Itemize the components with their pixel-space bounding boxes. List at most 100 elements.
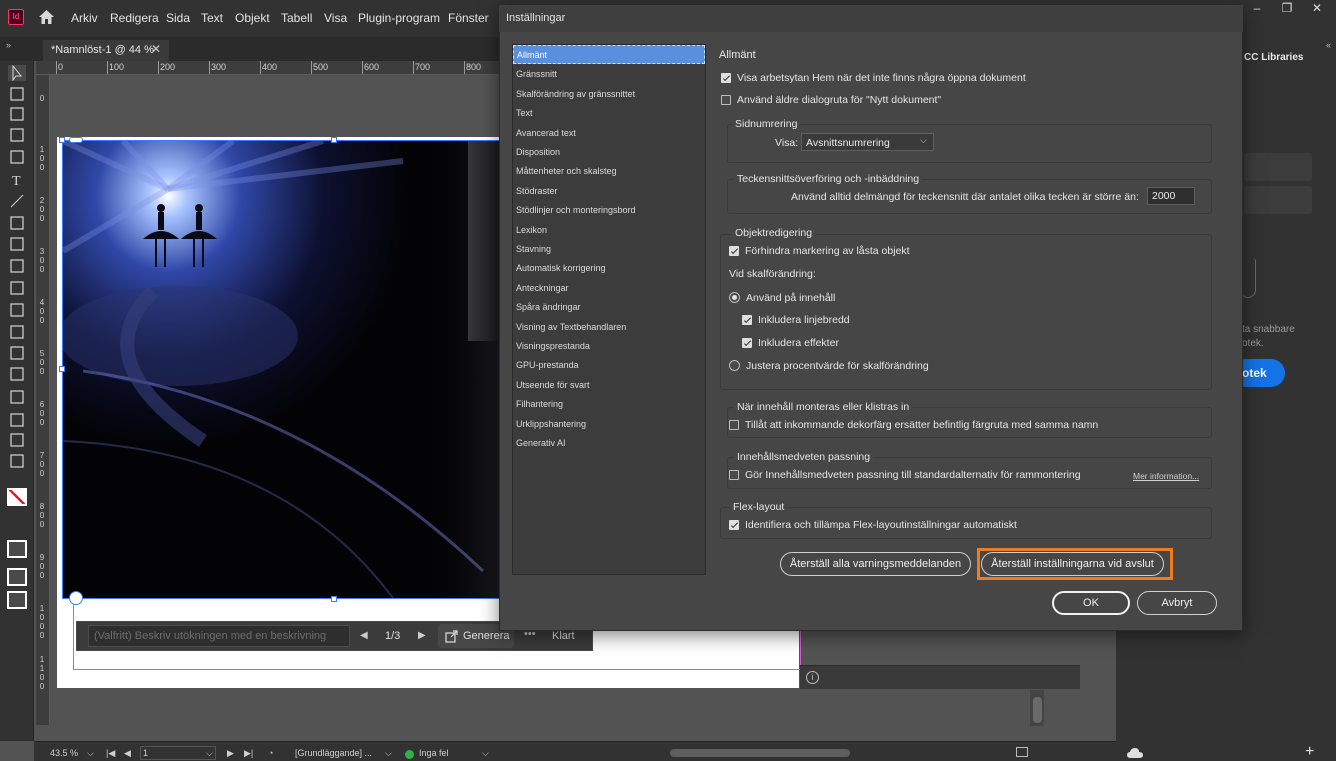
- horizontal-scrollbar-thumb[interactable]: [670, 749, 850, 757]
- page-dropdown-icon[interactable]: ⌵: [206, 748, 213, 759]
- category-item[interactable]: Visning av Textbehandlaren: [513, 317, 705, 336]
- library-search-field[interactable]: [1244, 153, 1312, 181]
- category-item[interactable]: Anteckningar: [513, 278, 705, 297]
- font-subset-input[interactable]: 2000: [1147, 187, 1195, 205]
- fill-stroke-swatch-icon[interactable]: [7, 488, 27, 506]
- cloud-icon[interactable]: [1127, 748, 1143, 761]
- line-tool-icon[interactable]: [8, 193, 26, 209]
- workspace-dropdown-icon[interactable]: ⌵: [385, 748, 392, 759]
- category-item[interactable]: Måttenheter och skalsteg: [513, 161, 705, 180]
- resize-handle-bottom[interactable]: [331, 596, 337, 602]
- ok-button[interactable]: OK: [1052, 591, 1130, 615]
- zoom-dropdown-icon[interactable]: ⌵: [87, 748, 94, 759]
- category-item[interactable]: Urklippshantering: [513, 414, 705, 433]
- last-page-icon[interactable]: ▶|: [244, 748, 253, 759]
- content-collector-icon[interactable]: [8, 149, 26, 165]
- preflight-dropdown-icon[interactable]: ⌵: [482, 748, 489, 759]
- show-home-checkbox[interactable]: [721, 73, 731, 83]
- more-info-link[interactable]: Mer information...: [1133, 471, 1199, 481]
- cancel-button[interactable]: Avbryt: [1137, 591, 1217, 615]
- first-page-icon[interactable]: |◀: [106, 748, 115, 759]
- menu-0[interactable]: Arkiv: [71, 11, 98, 25]
- menu-4[interactable]: Objekt: [235, 11, 270, 25]
- zoom-tool-icon[interactable]: [8, 453, 26, 469]
- maximize-button[interactable]: ❐: [1275, 1, 1299, 17]
- category-item[interactable]: Skalförändring av gränssnittet: [513, 84, 705, 103]
- screen-mode-icon[interactable]: [7, 568, 27, 586]
- cc-libraries-tab[interactable]: CC Libraries: [1244, 52, 1303, 63]
- menu-1[interactable]: Redigera: [110, 11, 159, 25]
- apply-to-content-radio[interactable]: [729, 292, 740, 303]
- content-aware-checkbox[interactable]: [729, 470, 739, 480]
- category-item[interactable]: Disposition: [513, 142, 705, 161]
- direct-selection-tool-icon[interactable]: [8, 86, 26, 102]
- category-item[interactable]: Generativ AI: [513, 433, 705, 452]
- reset-preferences-on-exit-button[interactable]: Återställ inställningarna vid avslut: [981, 552, 1164, 576]
- menu-8[interactable]: Fönster: [448, 11, 489, 25]
- resize-handle-left[interactable]: [59, 366, 65, 372]
- generative-prompt-input[interactable]: (Valfritt) Beskriv utökningen med en bes…: [88, 625, 350, 647]
- prev-page-icon[interactable]: ◀: [124, 748, 131, 759]
- done-button[interactable]: Klart: [552, 630, 575, 642]
- gradient-feather-tool-icon[interactable]: [8, 366, 26, 382]
- pen-tool-icon[interactable]: [8, 215, 26, 231]
- resize-handle-tl[interactable]: [59, 137, 65, 143]
- page-tool-icon[interactable]: [8, 106, 26, 122]
- rectangle-frame-tool-icon[interactable]: [8, 258, 26, 274]
- open-page-icon[interactable]: ◔: [268, 748, 273, 758]
- menu-6[interactable]: Visa: [324, 11, 347, 25]
- rectangle-tool-icon[interactable]: [8, 280, 26, 296]
- menu-2[interactable]: Sida: [166, 11, 190, 25]
- info-icon[interactable]: i: [806, 671, 819, 684]
- category-item[interactable]: Visningsprestanda: [513, 336, 705, 355]
- menu-5[interactable]: Tabell: [281, 11, 312, 25]
- category-item[interactable]: Gränssnitt: [513, 64, 705, 83]
- content-grabber-icon[interactable]: [69, 591, 83, 605]
- category-item[interactable]: Stavning: [513, 239, 705, 258]
- resize-handle-top[interactable]: [331, 137, 337, 143]
- collapse-panels-icon[interactable]: »: [6, 40, 11, 50]
- next-variation-icon[interactable]: ▶: [418, 630, 426, 641]
- link-badge-icon[interactable]: [69, 137, 83, 143]
- category-item[interactable]: Utseende för svart: [513, 375, 705, 394]
- pencil-tool-icon[interactable]: [8, 236, 26, 252]
- menu-7[interactable]: Plugin-program: [358, 11, 440, 25]
- scissors-tool-icon[interactable]: [8, 302, 26, 318]
- previous-variation-icon[interactable]: ◀: [360, 630, 368, 641]
- note-tool-icon[interactable]: [8, 389, 26, 405]
- document-tab-close-icon[interactable]: ✕: [151, 42, 161, 56]
- zoom-level[interactable]: 43.5 %: [50, 748, 78, 758]
- adjust-percent-radio[interactable]: [729, 360, 740, 371]
- free-transform-tool-icon[interactable]: [8, 324, 26, 340]
- include-effects-checkbox[interactable]: [742, 338, 752, 348]
- vertical-scrollbar-thumb[interactable]: [1033, 697, 1042, 723]
- dialog-titlebar[interactable]: [499, 5, 1243, 32]
- workspace-label[interactable]: [Grundläggande] ...: [295, 748, 372, 758]
- gap-tool-icon[interactable]: [8, 127, 26, 143]
- home-icon[interactable]: [38, 9, 55, 28]
- flex-layout-checkbox[interactable]: [729, 520, 739, 530]
- type-tool-icon[interactable]: T: [8, 172, 26, 188]
- page-number-field[interactable]: [140, 746, 216, 760]
- category-item[interactable]: Stödraster: [513, 181, 705, 200]
- category-item[interactable]: Filhantering: [513, 394, 705, 413]
- include-stroke-checkbox[interactable]: [742, 315, 752, 325]
- split-window-icon[interactable]: [1016, 747, 1028, 757]
- selection-tool-icon[interactable]: [8, 65, 26, 81]
- next-page-icon[interactable]: ▶: [227, 748, 234, 759]
- close-window-button[interactable]: ✕: [1305, 1, 1329, 17]
- category-item[interactable]: Spåra ändringar: [513, 297, 705, 316]
- category-item[interactable]: GPU-prestanda: [513, 355, 705, 374]
- menu-3[interactable]: Text: [201, 11, 223, 25]
- image-selection-frame[interactable]: [62, 140, 502, 599]
- library-selector[interactable]: [1244, 186, 1312, 214]
- gradient-swatch-tool-icon[interactable]: [8, 345, 26, 361]
- category-item[interactable]: Lexikon: [513, 220, 705, 239]
- preflight-status[interactable]: Inga fel: [419, 748, 449, 758]
- eyedropper-tool-icon[interactable]: [8, 412, 26, 428]
- hand-tool-icon[interactable]: [8, 432, 26, 448]
- category-item[interactable]: Avancerad text: [513, 123, 705, 142]
- collapse-dock-icon[interactable]: «: [1326, 40, 1331, 50]
- category-item[interactable]: Stödlinjer och monteringsbord: [513, 200, 705, 219]
- prevent-locked-checkbox[interactable]: [729, 246, 739, 256]
